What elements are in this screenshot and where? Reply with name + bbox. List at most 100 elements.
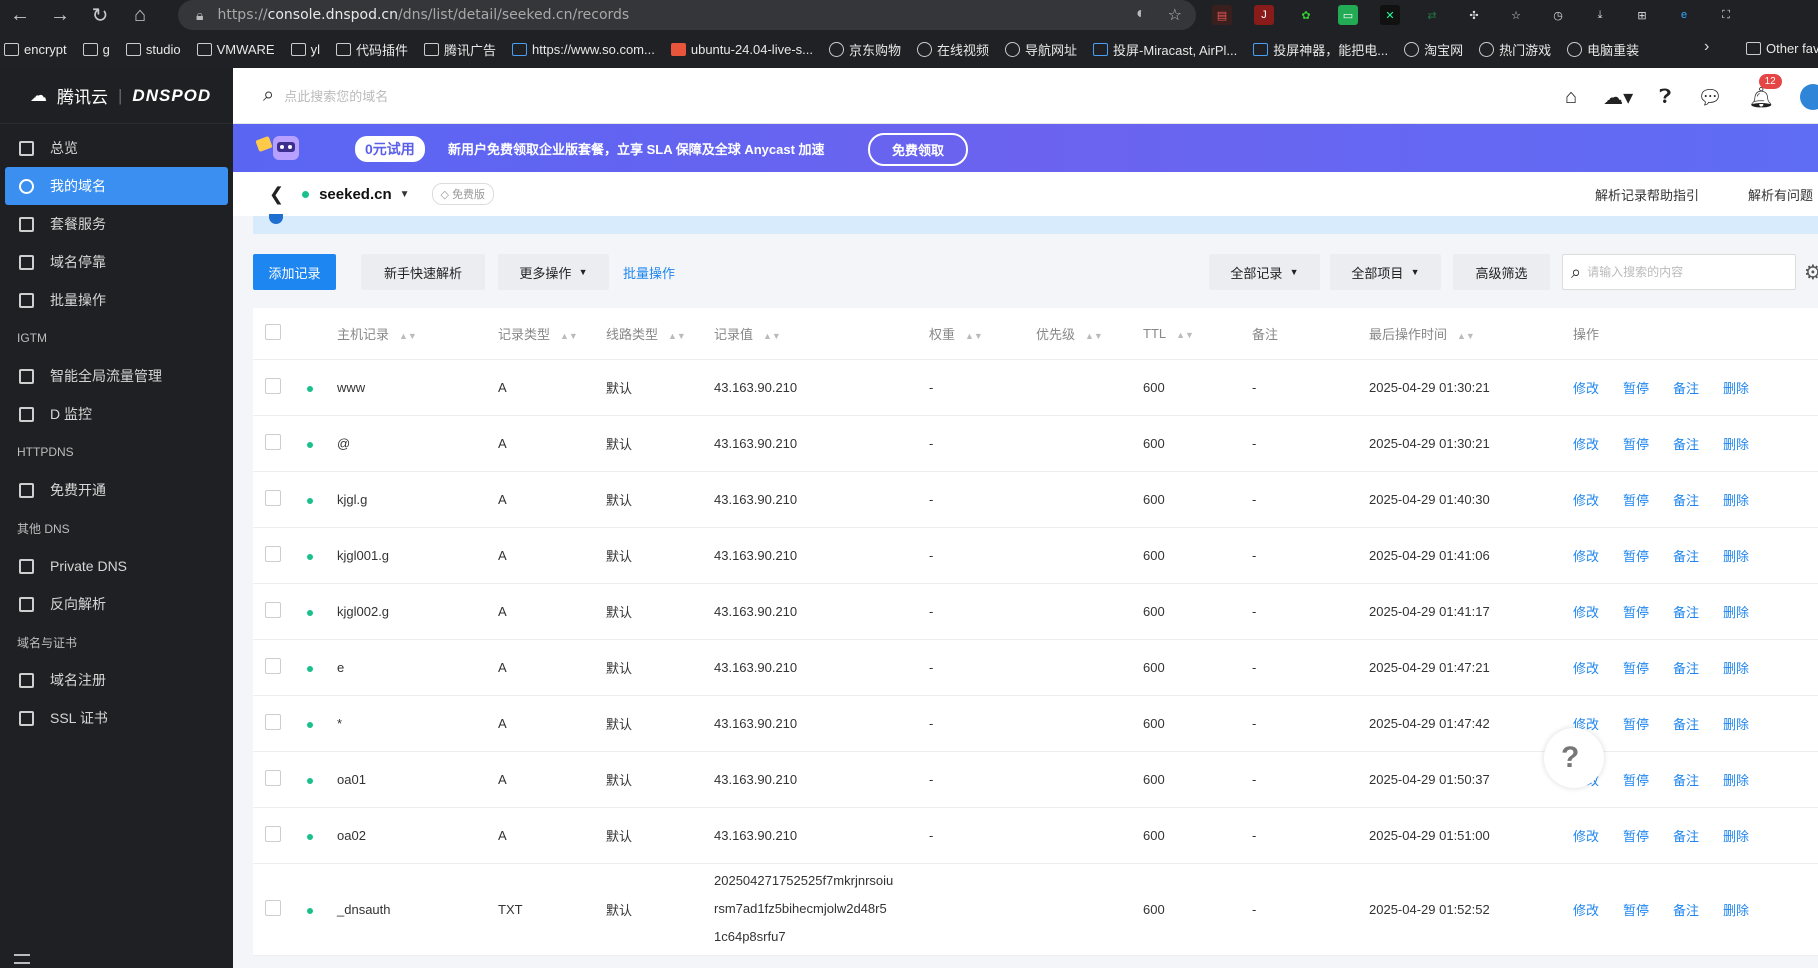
sidebar-item-domain-parking[interactable]: 域名停靠 [5,243,228,281]
row-action-remark[interactable]: 备注 [1673,437,1699,452]
row-action-edit[interactable]: 修改 [1573,829,1599,844]
all-records-dropdown[interactable]: 全部记录 ▼ [1209,254,1320,290]
sidebar-item-private-dns[interactable]: Private DNS [5,547,228,585]
row-action-remark[interactable]: 备注 [1673,773,1699,788]
row-action-delete[interactable]: 删除 [1723,493,1749,508]
help-circle-icon[interactable]: ❓︎ [1659,86,1671,109]
sort-icon[interactable]: ▲▼ [763,331,781,341]
row-action-remark[interactable]: 备注 [1673,605,1699,620]
home-icon[interactable]: ⌂ [120,0,160,30]
other-favorites[interactable]: Other fav [1746,41,1818,56]
row-action-remark[interactable]: 备注 [1673,493,1699,508]
select-all-checkbox[interactable] [265,323,281,340]
bookmark-item[interactable]: 热门游戏 [1479,40,1551,59]
row-action-delete[interactable]: 删除 [1723,773,1749,788]
sidebar-item-my-domains[interactable]: 我的域名 [5,167,228,205]
row-checkbox[interactable] [265,545,281,562]
favorites-icon[interactable]: ☆ [1506,5,1526,25]
row-action-delete[interactable]: 删除 [1723,829,1749,844]
bookmark-star-icon[interactable]: ☆ [1168,5,1182,25]
collapse-menu-icon[interactable] [14,954,30,964]
row-action-remark[interactable]: 备注 [1673,903,1699,918]
sort-icon[interactable]: ▲▼ [1085,331,1103,341]
row-action-delete[interactable]: 删除 [1723,549,1749,564]
extension-icon[interactable]: ✿ [1296,5,1316,25]
bookmark-item[interactable]: ubuntu-24.04-live-s... [670,42,813,57]
bookmark-item[interactable]: 代码插件 [336,40,408,59]
row-checkbox[interactable] [265,713,281,730]
sidebar-item-overview[interactable]: 总览 [5,129,228,167]
extension-icon[interactable]: ▭ [1338,5,1358,25]
row-action-pause[interactable]: 暂停 [1623,605,1649,620]
sidebar-item-batch[interactable]: 批量操作 [5,281,228,319]
column-header[interactable]: 权重 [929,327,955,342]
batch-link[interactable]: 批量操作 [619,254,679,290]
domain-selector[interactable]: seeked.cn [319,186,392,203]
bookmark-item[interactable]: 电脑重装 [1567,40,1639,59]
avatar[interactable] [1800,84,1818,110]
row-checkbox[interactable] [265,601,281,618]
sidebar-item-free-activation[interactable]: 免费开通 [5,471,228,509]
back-chevron-icon[interactable]: ❮ [269,184,284,205]
translate-icon[interactable]: ◐ [1136,5,1146,25]
wechat-icon[interactable]: 💬︎ [1697,85,1722,110]
column-header[interactable]: 记录值 [714,327,753,342]
back-arrow-icon[interactable]: ← [0,0,40,30]
screenshot-icon[interactable]: ⛶ [1716,5,1736,25]
caret-down-icon[interactable]: ▼ [400,189,410,200]
collections-icon[interactable]: ⊞ [1632,5,1652,25]
bookmark-item[interactable]: 投屏神器，能把电... [1253,40,1388,59]
bookmark-item[interactable]: yl [290,42,320,57]
resolve-problem-link[interactable]: 解析有问题 [1748,185,1813,204]
record-search-box[interactable]: ⌕ [1562,254,1796,290]
reload-icon[interactable]: ↻ [80,0,120,30]
column-header[interactable]: 优先级 [1036,327,1075,342]
home-icon[interactable]: ⌂ [1565,86,1577,109]
row-checkbox[interactable] [265,825,281,842]
floating-help-button[interactable]: ? [1544,728,1604,788]
history-icon[interactable]: ◷ [1548,5,1568,25]
row-checkbox[interactable] [265,657,281,674]
add-record-button[interactable]: 添加记录 [253,254,336,290]
download-icon[interactable]: ⤓ [1590,5,1610,25]
row-action-remark[interactable]: 备注 [1673,381,1699,396]
row-action-pause[interactable]: 暂停 [1623,661,1649,676]
row-action-edit[interactable]: 修改 [1573,661,1599,676]
row-checkbox[interactable] [265,769,281,786]
sort-icon[interactable]: ▲▼ [399,331,417,341]
row-action-edit[interactable]: 修改 [1573,903,1599,918]
row-action-delete[interactable]: 删除 [1723,661,1749,676]
row-action-pause[interactable]: 暂停 [1623,437,1649,452]
row-action-pause[interactable]: 暂停 [1623,549,1649,564]
row-action-edit[interactable]: 修改 [1573,549,1599,564]
bookmark-item[interactable]: 京东购物 [828,40,901,59]
bookmark-item[interactable]: 导航网址 [1005,40,1077,59]
domain-search-input[interactable]: 点此搜索您的域名 [284,86,388,105]
extension-icon[interactable]: ⇄ [1422,5,1442,25]
row-action-pause[interactable]: 暂停 [1623,773,1649,788]
row-action-pause[interactable]: 暂停 [1623,717,1649,732]
bookmark-item[interactable]: 在线视频 [917,40,989,59]
gear-icon[interactable]: ⚙ [1804,260,1818,285]
row-action-edit[interactable]: 修改 [1573,605,1599,620]
bookmark-item[interactable]: 淘宝网 [1404,40,1463,59]
address-bar[interactable]: 🔒︎ https://console.dnspod.cn/dns/list/de… [178,0,1196,30]
sort-icon[interactable]: ▲▼ [560,331,578,341]
row-action-remark[interactable]: 备注 [1673,829,1699,844]
logo[interactable]: ☁ 腾讯云 | DNSPOD [0,68,233,124]
row-action-delete[interactable]: 删除 [1723,903,1749,918]
column-header[interactable]: TTL [1143,326,1166,341]
row-action-pause[interactable]: 暂停 [1623,829,1649,844]
row-checkbox[interactable] [265,489,281,506]
sort-icon[interactable]: ▲▼ [668,331,686,341]
bookmark-item[interactable]: studio [125,42,181,57]
extension-icon[interactable]: ✕ [1380,5,1400,25]
bookmark-item[interactable]: https://www.so.com... [512,42,655,57]
row-action-delete[interactable]: 删除 [1723,437,1749,452]
row-action-remark[interactable]: 备注 [1673,717,1699,732]
cloud-dropdown-icon[interactable]: ☁▾ [1603,85,1633,110]
row-action-remark[interactable]: 备注 [1673,661,1699,676]
column-header[interactable]: 主机记录 [337,327,389,342]
sidebar-item-reverse-resolve[interactable]: 反向解析 [5,585,228,623]
extension-icon[interactable]: ▤ [1212,5,1232,25]
